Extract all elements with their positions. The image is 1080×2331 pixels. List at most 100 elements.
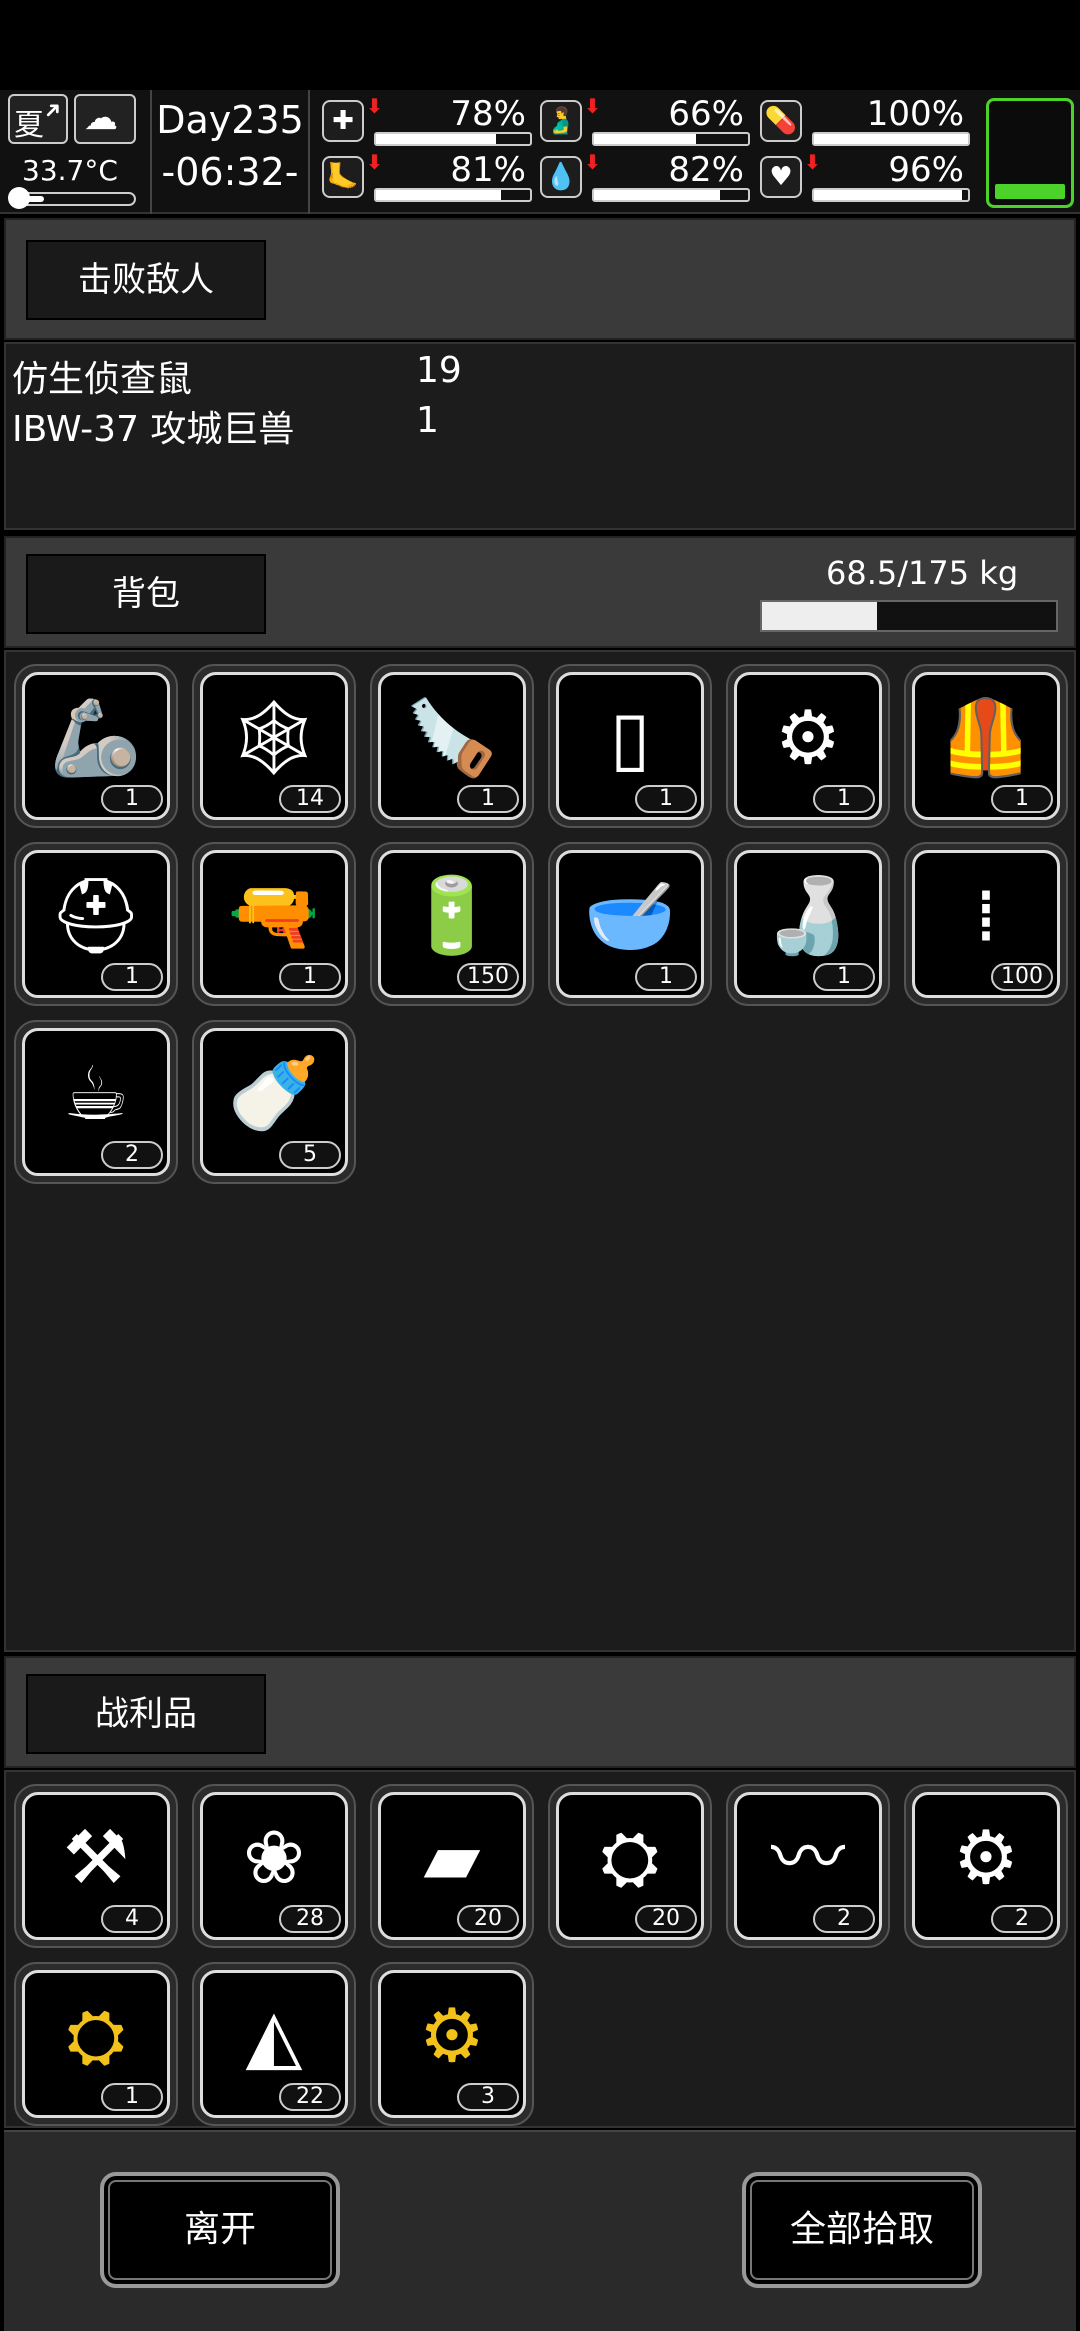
stat-bar (812, 132, 970, 146)
cloth-icon: ◭ (245, 1993, 303, 2079)
item-frame: 🔋 150 (378, 850, 526, 998)
enemy-name: 仿生侦查鼠 (12, 359, 193, 400)
item-count: 5 (279, 1141, 341, 1169)
item-frame: 🕸 14 (200, 672, 348, 820)
item-count: 1 (813, 785, 875, 813)
down-arrow-icon: ⬇ (804, 150, 821, 174)
item-frame: ⚙ 3 (378, 1970, 526, 2118)
item-count: 1 (279, 963, 341, 991)
item-frame: 🦾 1 (22, 672, 170, 820)
milk-bottle-icon: 🍼 (227, 1051, 321, 1137)
item-frame: 🍼 5 (200, 1028, 348, 1176)
item-count: 1 (457, 785, 519, 813)
stat-pill: 💊 100% (760, 94, 970, 148)
stat-percent: 96% (888, 150, 964, 190)
chainsaw-weapon-icon: 🪚 (405, 695, 499, 781)
item-frame: ▯ 1 (556, 672, 704, 820)
item-slot[interactable]: ❀ 28 (192, 1784, 356, 1948)
item-count: 20 (457, 1905, 519, 1933)
item-slot[interactable]: 🕸 14 (192, 664, 356, 828)
item-count: 20 (635, 1905, 697, 1933)
item-frame: ▰ 20 (378, 1792, 526, 1940)
take-all-button[interactable]: 全部拾取 (742, 2172, 982, 2288)
item-slot[interactable]: ⛭ 1 (14, 1962, 178, 2126)
item-slot[interactable]: 🪚 1 (370, 664, 534, 828)
stat-bar (812, 188, 970, 202)
item-count: 2 (101, 1141, 163, 1169)
rain-cloud-icon: ☁ (84, 98, 118, 138)
item-slot[interactable]: 🦾 1 (14, 664, 178, 828)
item-frame: 🦺 1 (912, 672, 1060, 820)
item-slot[interactable]: 🦺 1 (904, 664, 1068, 828)
item-count: 3 (457, 2083, 519, 2111)
metal-scrap-icon: ⚒ (62, 1815, 130, 1901)
item-slot[interactable]: 🍼 5 (192, 1020, 356, 1184)
bullets-icon: ⁞ (974, 873, 998, 959)
item-slot[interactable]: 🔋 150 (370, 842, 534, 1006)
item-count: 22 (279, 2083, 341, 2111)
stat-foot: 🦶 ⬇ 81% (322, 150, 532, 204)
item-frame: ⛭ 20 (556, 1792, 704, 1940)
stat-percent: 100% (866, 94, 964, 134)
item-slot[interactable]: 🥣 1 (548, 842, 712, 1006)
battery-icon: 🔋 (405, 873, 499, 959)
defeated-list: 仿生侦查鼠 19 IBW-37 攻城巨兽 1 (4, 342, 1076, 530)
metal-plate-icon: ▰ (423, 1815, 481, 1901)
stat-heart: ♥ ⬇ 96% (760, 150, 970, 204)
armor-vest-icon: 🦺 (939, 695, 1033, 781)
item-count: 1 (101, 785, 163, 813)
pill-icon: 💊 (760, 100, 802, 142)
stat-bar-fill (814, 134, 968, 144)
battery-fill (995, 184, 1065, 199)
item-slot[interactable]: 🔫 1 (192, 842, 356, 1006)
defeated-header: 击败敌人 (4, 218, 1076, 340)
item-slot[interactable]: ⛭ 20 (548, 1784, 712, 1948)
robotic-arm-icon: 🦾 (49, 695, 143, 781)
item-frame: ⁞ 100 (912, 850, 1060, 998)
item-count: 28 (279, 1905, 341, 1933)
clock: -06:32- (161, 150, 299, 194)
item-count: 1 (101, 963, 163, 991)
stat-bar (592, 188, 750, 202)
item-slot[interactable]: ▰ 20 (370, 1784, 534, 1948)
item-count: 1 (991, 785, 1053, 813)
item-slot[interactable]: ⚙ 2 (904, 1784, 1068, 1948)
item-count: 1 (813, 963, 875, 991)
item-slot[interactable]: ▯ 1 (548, 664, 712, 828)
item-slot[interactable]: ⚙ 1 (726, 664, 890, 828)
net-icon: 🕸 (227, 695, 321, 781)
item-slot[interactable]: 〰 2 (726, 1784, 890, 1948)
item-count: 150 (457, 963, 519, 991)
weather-panel: 夏 ➜ ☁ 33.7°C (8, 94, 140, 210)
item-frame: 🍶 1 (734, 850, 882, 998)
down-arrow-icon: ⬇ (366, 150, 383, 174)
medkit-icon: ✚ (322, 100, 364, 142)
item-slot[interactable]: ☕ 2 (14, 1020, 178, 1184)
stat-bar-fill (594, 190, 721, 200)
item-slot[interactable]: ⁞ 100 (904, 842, 1068, 1006)
leave-button[interactable]: 离开 (100, 2172, 340, 2288)
item-slot[interactable]: ⛑ 1 (14, 842, 178, 1006)
item-slot[interactable]: ⚙ 3 (370, 1962, 534, 2126)
down-arrow-icon: ⬇ (584, 94, 601, 118)
stomach-icon: 🫃 (540, 100, 582, 142)
stat-bar (374, 132, 532, 146)
gold-gears-icon: ⚙ (418, 1993, 486, 2079)
loot-grid: ⚒ 4 ❀ 28 ▰ 20 ⛭ 20 〰 2 ⚙ 2 ⛭ 1 ◭ 22 ⚙ 3 (4, 1770, 1076, 2128)
water-bottle-icon: 🍶 (761, 873, 855, 959)
stat-medkit: ✚ ⬇ 78% (322, 94, 532, 148)
gears-icon: ⚙ (952, 1815, 1020, 1901)
item-frame: ⛑ 1 (22, 850, 170, 998)
item-slot[interactable]: ◭ 22 (192, 1962, 356, 2126)
status-bar: 夏 ➜ ☁ 33.7°C Day235 -06:32- ✚ ⬇ 78% 🫃 ⬇ 66% 💊 1… (0, 90, 1080, 214)
item-frame: ⚒ 4 (22, 1792, 170, 1940)
stat-bar-fill (376, 190, 501, 200)
item-count: 14 (279, 785, 341, 813)
thermometer-bulb-icon (8, 187, 30, 209)
loot-header: 战利品 (4, 1656, 1076, 1768)
item-frame: ☕ 2 (22, 1028, 170, 1176)
item-slot[interactable]: ⚒ 4 (14, 1784, 178, 1948)
weight-bar (760, 600, 1058, 632)
down-arrow-icon: ⬇ (366, 94, 383, 118)
item-slot[interactable]: 🍶 1 (726, 842, 890, 1006)
